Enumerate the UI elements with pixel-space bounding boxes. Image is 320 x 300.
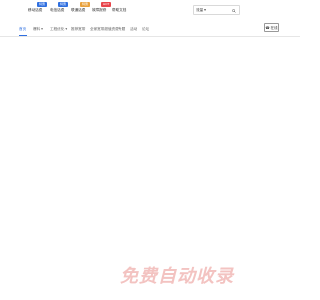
nav-item-optimization[interactable]: 工程优化 ▾ <box>50 27 67 32</box>
nav-item-home[interactable]: 首页 <box>19 27 26 32</box>
online-consult-button[interactable]: ☎ 在线 <box>264 23 279 32</box>
top-link-telecom-recharge[interactable]: 电信话费 <box>50 8 64 13</box>
search-category-select[interactable]: 流量 ▾ <box>196 8 206 13</box>
top-link-fault-report[interactable]: 故障报修 <box>92 8 106 13</box>
top-badge: 特惠 <box>37 2 48 7</box>
nav-item-broadband[interactable]: 爆料 ▾ <box>33 27 43 32</box>
nav-item-forum[interactable]: 论坛 <box>142 27 149 32</box>
top-badge: 特惠 <box>80 2 91 7</box>
active-tab-indicator <box>19 35 27 36</box>
top-link-mobile-recharge[interactable]: 移动话费 <box>28 8 42 13</box>
top-badge: 特惠 <box>58 2 69 7</box>
nav-item-recommended-broadband[interactable]: 推荐宽带 <box>71 27 85 32</box>
nav-item-family-broadband[interactable]: 全家宽带超值资费 <box>90 27 119 32</box>
nav-item-topics[interactable]: 专题 <box>118 27 125 32</box>
top-link-help-docs[interactable]: 帮助文档 <box>112 8 126 13</box>
top-link-unicom-recharge[interactable]: 联通话费 <box>71 8 85 13</box>
search-box[interactable]: 流量 ▾ <box>193 5 240 15</box>
search-icon[interactable] <box>232 8 236 13</box>
sub-nav: 首页 爆料 ▾ 工程优化 ▾ 推荐宽带 全家宽带超值资费 专题 活动 论坛 <box>0 23 300 37</box>
watermark-text: 免费自动收录 <box>120 266 234 286</box>
top-badge: HOT <box>101 2 112 7</box>
nav-item-activities[interactable]: 活动 <box>130 27 137 32</box>
